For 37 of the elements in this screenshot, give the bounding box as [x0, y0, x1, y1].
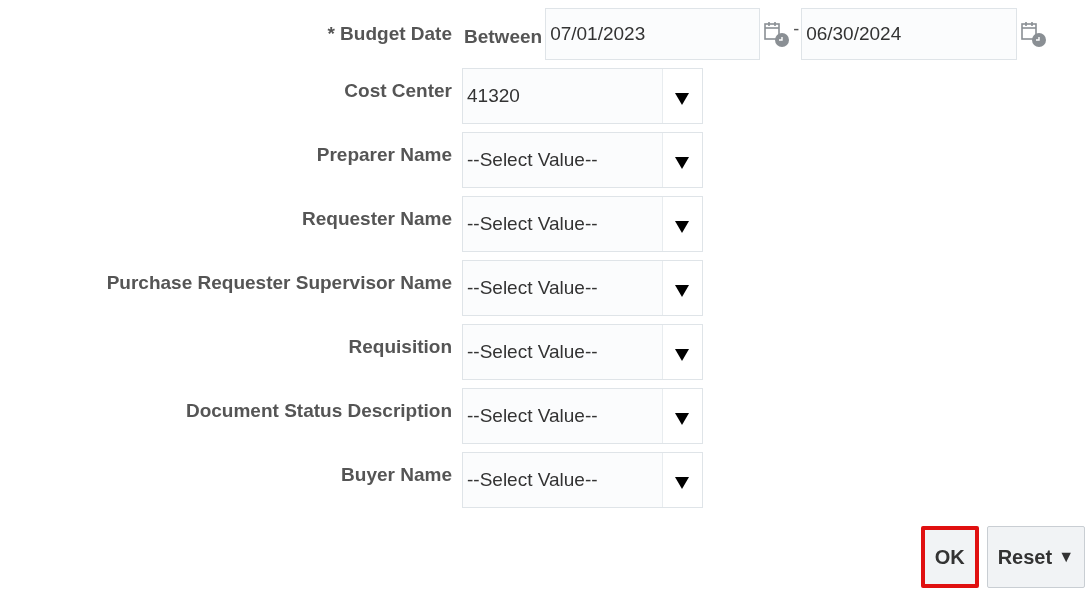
- select-value: --Select Value--: [463, 261, 663, 315]
- field-label: Buyer Name: [340, 462, 452, 487]
- select-value: --Select Value--: [463, 453, 663, 507]
- field-label: Purchase Requester Supervisor Name: [105, 270, 452, 295]
- date-field[interactable]: 07/01/2023: [545, 8, 761, 60]
- dropdown-arrow-icon: [675, 157, 689, 169]
- field-label: Document Status Description: [184, 398, 452, 423]
- select-value: --Select Value--: [463, 389, 663, 443]
- dropdown-arrow-icon: [675, 349, 689, 361]
- dropdown-arrow-icon: [675, 413, 689, 425]
- select-value: --Select Value--: [463, 325, 663, 379]
- select-value: 41320: [463, 69, 663, 123]
- select-dropdown[interactable]: --Select Value--: [462, 452, 703, 508]
- range-separator: -: [793, 17, 800, 41]
- calendar-clock-icon[interactable]: [763, 19, 792, 49]
- field-label: Cost Center: [343, 78, 452, 103]
- field-label: Requester Name: [301, 206, 452, 231]
- select-value: --Select Value--: [463, 133, 663, 187]
- select-dropdown[interactable]: --Select Value--: [462, 132, 703, 188]
- select-dropdown[interactable]: --Select Value--: [462, 388, 703, 444]
- dropdown-arrow-icon: [675, 285, 689, 297]
- field-label: Requisition: [347, 334, 452, 359]
- date-field[interactable]: 06/30/2024: [801, 8, 1018, 60]
- select-dropdown[interactable]: 41320: [462, 68, 703, 124]
- dropdown-arrow-icon: [675, 477, 689, 489]
- select-value: --Select Value--: [463, 197, 663, 251]
- select-dropdown[interactable]: --Select Value--: [462, 196, 703, 252]
- dropdown-arrow-icon: [675, 221, 689, 233]
- select-dropdown[interactable]: --Select Value--: [462, 260, 703, 316]
- calendar-clock-icon[interactable]: [1020, 19, 1049, 49]
- dropdown-arrow-icon: [675, 93, 689, 105]
- field-label: Preparer Name: [315, 142, 452, 167]
- select-dropdown[interactable]: --Select Value--: [462, 324, 703, 380]
- field-label: * Budget Date: [326, 21, 452, 46]
- operator-label: Between: [464, 24, 543, 49]
- menu-button[interactable]: Reset ▼: [986, 526, 1085, 588]
- action-button[interactable]: OK: [920, 526, 979, 588]
